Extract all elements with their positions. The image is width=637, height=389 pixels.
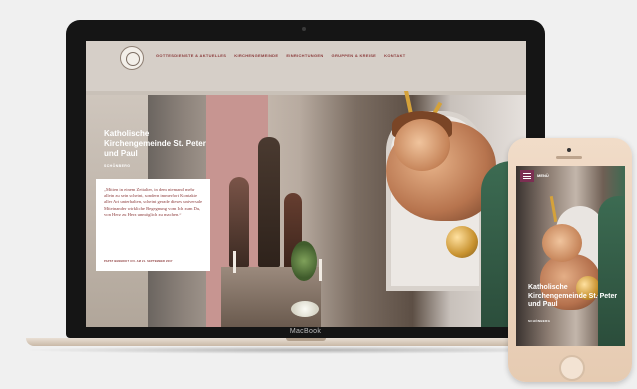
main-navigation: GOTTESDIENSTE & AKTUELLES KIRCHENGEMEIND… xyxy=(156,53,406,58)
menu-label[interactable]: MENÜ xyxy=(537,173,549,178)
hero-subtitle: SCHÖNBERG xyxy=(104,164,131,168)
nav-item-kontakt[interactable]: KONTAKT xyxy=(384,53,405,58)
nav-item-gruppen[interactable]: GRUPPEN & KREISE xyxy=(332,53,377,58)
phone-camera xyxy=(567,148,571,152)
quote-card: „Mitten in einem Zeitalter, in dem niema… xyxy=(96,179,210,271)
laptop-screen: GOTTESDIENSTE & AKTUELLES KIRCHENGEMEIND… xyxy=(86,41,526,327)
home-button[interactable] xyxy=(559,355,585,381)
mockup-stage: GOTTESDIENSTE & AKTUELLES KIRCHENGEMEIND… xyxy=(0,0,637,389)
laptop-shadow xyxy=(20,346,592,354)
statue-image xyxy=(229,177,249,267)
nav-item-gottesdienste[interactable]: GOTTESDIENSTE & AKTUELLES xyxy=(156,53,226,58)
laptop-brand-label: MacBook xyxy=(289,328,322,335)
plant-image xyxy=(291,241,317,281)
nav-item-einrichtungen[interactable]: EINRICHTUNGEN xyxy=(286,53,323,58)
angel-head xyxy=(542,224,582,262)
phone-hero-subtitle: SCHÖNBERG xyxy=(528,319,551,323)
laptop-notch xyxy=(286,338,326,341)
flowers-image xyxy=(291,301,319,317)
green-robe-figure xyxy=(598,196,625,346)
phone-speaker xyxy=(556,156,582,159)
nav-item-kirchengemeinde[interactable]: KIRCHENGEMEINDE xyxy=(234,53,278,58)
quote-text: „Mitten in einem Zeitalter, in dem niema… xyxy=(104,187,203,217)
phone-hero-title: Katholische Kirchengemeinde St. Peter un… xyxy=(528,284,618,308)
phone-screen: MENÜ Katholische Kirchengemeinde St. Pet… xyxy=(516,166,625,346)
statue-image xyxy=(258,137,280,267)
candle-image xyxy=(319,259,322,281)
gold-orb xyxy=(446,226,478,258)
candle-image xyxy=(233,251,236,273)
laptop-camera xyxy=(302,27,306,31)
angel-head xyxy=(394,119,450,171)
parish-logo[interactable] xyxy=(120,46,144,70)
site-header: GOTTESDIENSTE & AKTUELLES KIRCHENGEMEIND… xyxy=(86,41,526,91)
quote-source: PAPST BENEDIKT XVI. AM 21. SEPTEMBER 200… xyxy=(104,260,173,263)
hero-title: Katholische Kirchengemeinde St. Peter un… xyxy=(104,129,206,158)
hamburger-menu-icon[interactable] xyxy=(520,170,534,182)
